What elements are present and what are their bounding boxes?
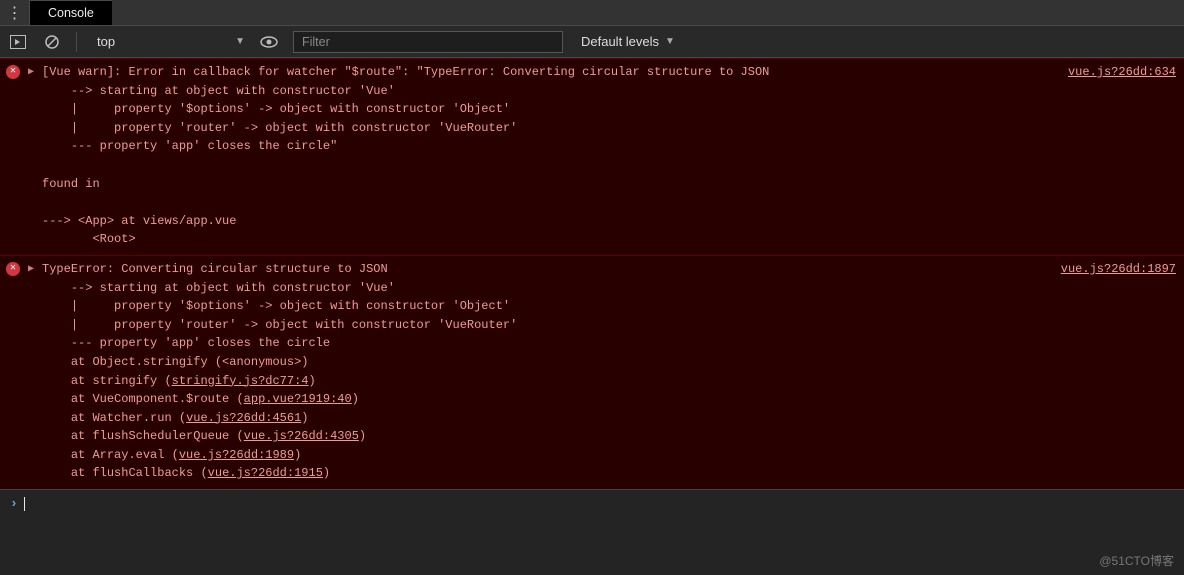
text-cursor	[24, 497, 25, 511]
kebab-menu-icon[interactable]: ⋮	[0, 0, 30, 25]
log-levels-selector[interactable]: Default levels ▼	[577, 34, 675, 49]
chevron-down-icon: ▼	[665, 36, 675, 47]
clear-console-icon[interactable]	[42, 32, 62, 52]
stack-link[interactable]: stringify.js?dc77:4	[172, 374, 309, 388]
expand-arrow-icon[interactable]: ▶	[28, 66, 34, 78]
expand-arrow-icon[interactable]: ▶	[28, 263, 34, 275]
watermark: @51CTO博客	[1099, 552, 1174, 569]
stack-link[interactable]: vue.js?26dd:4561	[186, 411, 301, 425]
context-label: top	[97, 34, 115, 49]
error-icon: ✕	[6, 262, 20, 276]
console-prompt[interactable]: ›	[0, 489, 1184, 517]
stack-link[interactable]: vue.js?26dd:4305	[244, 429, 359, 443]
tab-console[interactable]: Console	[30, 0, 112, 25]
stack-link[interactable]: app.vue?1919:40	[244, 392, 352, 406]
live-expression-icon[interactable]	[259, 32, 279, 52]
source-link[interactable]: vue.js?26dd:634	[1068, 65, 1176, 79]
console-toolbar: top ▼ Default levels ▼	[0, 26, 1184, 58]
error-message: TypeError: Converting circular structure…	[42, 260, 1053, 483]
source-link[interactable]: vue.js?26dd:1897	[1061, 262, 1176, 276]
stack-link[interactable]: vue.js?26dd:1915	[208, 466, 323, 480]
toggle-drawer-icon[interactable]	[8, 32, 28, 52]
prompt-chevron-icon: ›	[10, 496, 18, 511]
toolbar-separator	[76, 32, 77, 52]
stack-link[interactable]: vue.js?26dd:1989	[179, 448, 294, 462]
console-error-row: ✕ ▶ [Vue warn]: Error in callback for wa…	[0, 58, 1184, 255]
console-messages: ✕ ▶ [Vue warn]: Error in callback for wa…	[0, 58, 1184, 489]
tab-bar: ⋮ Console	[0, 0, 1184, 26]
error-icon: ✕	[6, 65, 20, 79]
filter-input[interactable]	[293, 31, 563, 53]
context-selector[interactable]: top ▼	[91, 34, 245, 49]
console-error-row: ✕ ▶ TypeError: Converting circular struc…	[0, 255, 1184, 489]
error-message: [Vue warn]: Error in callback for watche…	[42, 63, 1060, 249]
levels-label: Default levels	[581, 34, 659, 49]
chevron-down-icon: ▼	[235, 36, 245, 47]
